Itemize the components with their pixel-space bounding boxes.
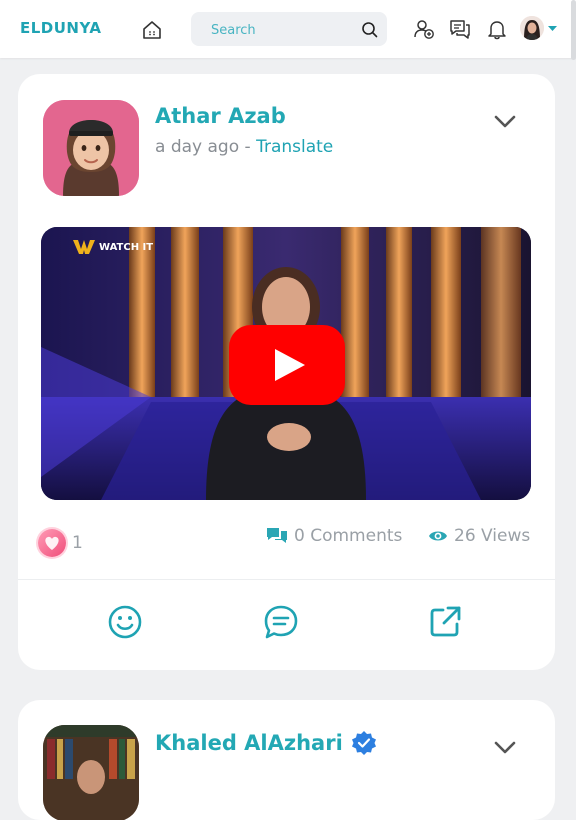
divider — [18, 579, 555, 580]
like-count[interactable]: 1 — [72, 533, 83, 553]
channel-logo-text: WATCH IT — [99, 241, 154, 253]
user-avatar-image — [520, 16, 544, 40]
author-avatar[interactable] — [43, 100, 139, 196]
avatar[interactable] — [520, 16, 544, 40]
comments-icon — [267, 528, 287, 543]
search-icon[interactable] — [361, 21, 378, 38]
emoji-react-icon[interactable] — [107, 604, 143, 640]
views-stat: 26 Views — [428, 526, 530, 546]
author-name[interactable]: Athar Azab — [155, 104, 286, 128]
post-card: Khaled AlAzhari — [18, 700, 555, 820]
share-icon[interactable] — [427, 604, 463, 640]
bell-icon[interactable] — [486, 18, 508, 40]
author-name[interactable]: Khaled AlAzhari — [155, 731, 343, 755]
scrollbar[interactable] — [571, 0, 576, 60]
post-time: a day ago — [155, 137, 240, 157]
like-reaction-icon[interactable] — [38, 529, 66, 557]
video-player[interactable]: WATCH IT — [41, 227, 531, 500]
channel-logo: WATCH IT — [73, 240, 153, 254]
meta-separator: - — [239, 137, 257, 157]
site-logo[interactable]: ELDUNYA — [20, 19, 102, 37]
author-name-row: Khaled AlAzhari — [155, 730, 377, 756]
top-navbar: ELDUNYA — [0, 0, 576, 60]
verified-badge-icon — [351, 731, 376, 755]
comments-count: 0 Comments — [294, 526, 403, 546]
chevron-down-icon[interactable] — [493, 114, 517, 130]
comments-stat[interactable]: 0 Comments — [266, 526, 402, 546]
post-card: Athar Azab a day ago - Translate WATCH I… — [18, 74, 555, 670]
play-icon — [275, 349, 305, 381]
heart-icon — [45, 536, 59, 550]
memoji-avatar-image — [43, 100, 139, 196]
author-avatar[interactable] — [43, 725, 139, 820]
eye-icon — [429, 531, 447, 541]
views-count: 26 Views — [454, 526, 531, 546]
search-input[interactable] — [209, 12, 363, 48]
home-icon[interactable] — [141, 19, 163, 41]
search-box[interactable] — [191, 12, 387, 48]
play-button[interactable] — [229, 325, 345, 405]
translate-link[interactable]: Translate — [256, 137, 333, 157]
comment-icon[interactable] — [263, 604, 299, 640]
chevron-down-icon[interactable] — [493, 740, 517, 756]
add-friend-icon[interactable] — [413, 18, 435, 40]
author-photo — [43, 725, 139, 820]
messages-icon[interactable] — [449, 18, 471, 40]
watchit-logo-icon — [73, 240, 95, 254]
post-meta: a day ago - Translate — [155, 137, 333, 157]
chevron-down-icon[interactable] — [548, 26, 557, 32]
